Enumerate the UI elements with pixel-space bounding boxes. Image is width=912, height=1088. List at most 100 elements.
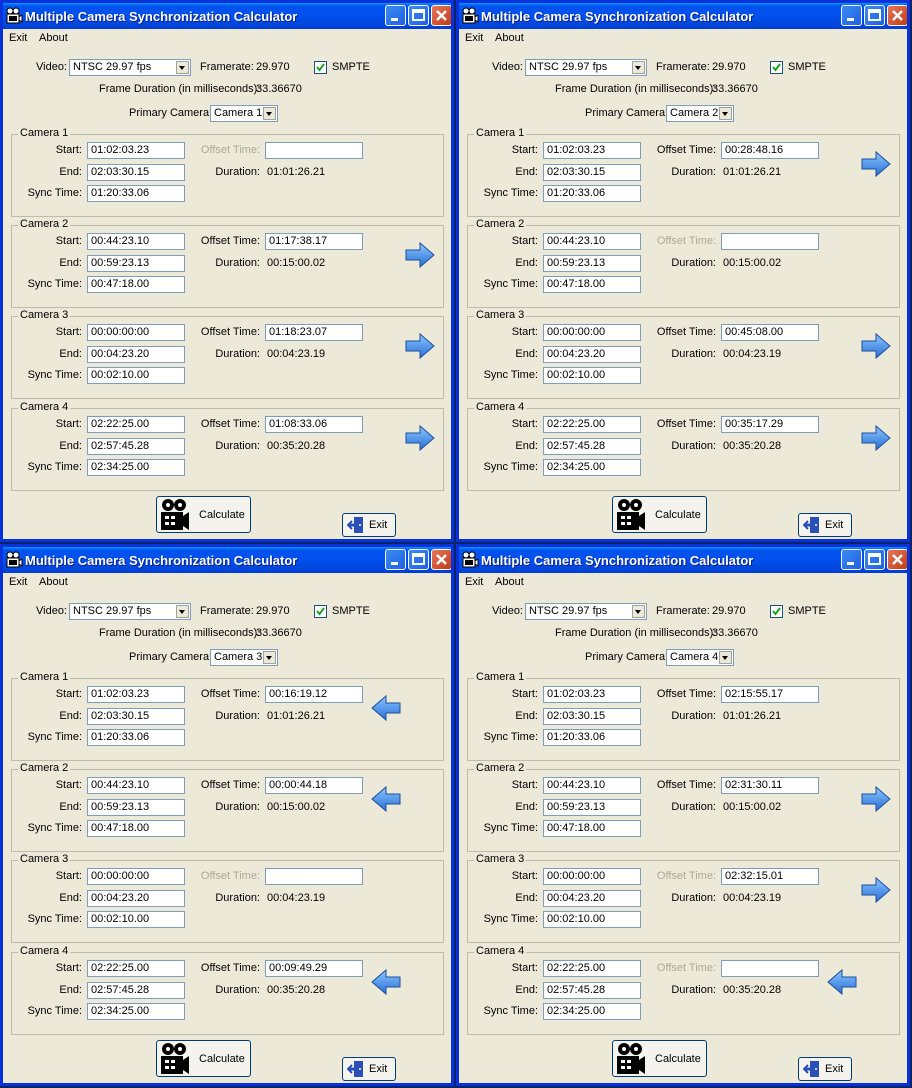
sync-time-field[interactable]: 00:47:18.00: [543, 820, 641, 837]
calculate-button[interactable]: Calculate: [612, 496, 707, 533]
maximize-button[interactable]: [408, 5, 429, 26]
end-field[interactable]: 00:04:23.20: [543, 346, 641, 363]
arrow-right-icon[interactable]: [860, 150, 892, 178]
title-bar[interactable]: Multiple Camera Synchronization Calculat…: [459, 3, 907, 29]
end-field[interactable]: 02:03:30.15: [87, 708, 185, 725]
exit-button[interactable]: Exit: [342, 513, 396, 537]
arrow-right-icon[interactable]: [860, 332, 892, 360]
start-field[interactable]: 00:00:00:00: [87, 324, 185, 341]
menu-exit[interactable]: Exit: [9, 576, 27, 588]
minimize-button[interactable]: [385, 5, 406, 26]
chevron-down-icon[interactable]: [176, 61, 189, 74]
start-field[interactable]: 00:00:00:00: [543, 868, 641, 885]
title-bar[interactable]: Multiple Camera Synchronization Calculat…: [459, 547, 907, 573]
primary-camera-select[interactable]: Camera 2: [666, 105, 734, 122]
start-field[interactable]: 01:02:03.23: [543, 142, 641, 159]
end-field[interactable]: 02:57:45.28: [543, 438, 641, 455]
calculate-button[interactable]: Calculate: [612, 1040, 707, 1077]
arrow-left-icon[interactable]: [370, 785, 402, 813]
start-field[interactable]: 02:22:25.00: [543, 960, 641, 977]
end-field[interactable]: 02:57:45.28: [87, 982, 185, 999]
arrow-right-icon[interactable]: [860, 785, 892, 813]
maximize-button[interactable]: [864, 549, 885, 570]
end-field[interactable]: 02:03:30.15: [543, 708, 641, 725]
end-field[interactable]: 02:03:30.15: [87, 164, 185, 181]
offset-time-field[interactable]: 02:15:55.17: [721, 686, 819, 703]
start-field[interactable]: 00:44:23.10: [87, 233, 185, 250]
end-field[interactable]: 02:57:45.28: [87, 438, 185, 455]
exit-button[interactable]: Exit: [798, 1057, 852, 1081]
calculate-button[interactable]: Calculate: [156, 1040, 251, 1077]
smpte-checkbox[interactable]: [770, 61, 783, 74]
offset-time-field[interactable]: 01:18:23.07: [265, 324, 363, 341]
offset-time-field[interactable]: 00:16:19.12: [265, 686, 363, 703]
end-field[interactable]: 02:03:30.15: [543, 164, 641, 181]
offset-time-field[interactable]: [265, 868, 363, 885]
close-button[interactable]: [887, 549, 907, 570]
arrow-right-icon[interactable]: [404, 332, 436, 360]
offset-time-field[interactable]: [265, 142, 363, 159]
menu-about[interactable]: About: [495, 32, 524, 44]
arrow-left-icon[interactable]: [370, 694, 402, 722]
arrow-right-icon[interactable]: [860, 876, 892, 904]
chevron-down-icon[interactable]: [719, 651, 732, 664]
smpte-checkbox[interactable]: [314, 605, 327, 618]
start-field[interactable]: 00:00:00:00: [87, 868, 185, 885]
menu-exit[interactable]: Exit: [465, 32, 483, 44]
end-field[interactable]: 02:57:45.28: [543, 982, 641, 999]
end-field[interactable]: 00:59:23.13: [87, 799, 185, 816]
start-field[interactable]: 02:22:25.00: [543, 416, 641, 433]
arrow-right-icon[interactable]: [860, 424, 892, 452]
sync-time-field[interactable]: 00:47:18.00: [543, 276, 641, 293]
menu-about[interactable]: About: [495, 576, 524, 588]
sync-time-field[interactable]: 00:02:10.00: [543, 367, 641, 384]
start-field[interactable]: 02:22:25.00: [87, 416, 185, 433]
close-button[interactable]: [887, 5, 907, 26]
start-field[interactable]: 01:02:03.23: [87, 142, 185, 159]
chevron-down-icon[interactable]: [632, 61, 645, 74]
calculate-button[interactable]: Calculate: [156, 496, 251, 533]
chevron-down-icon[interactable]: [263, 107, 276, 120]
arrow-right-icon[interactable]: [404, 241, 436, 269]
offset-time-field[interactable]: [721, 233, 819, 250]
sync-time-field[interactable]: 00:02:10.00: [87, 911, 185, 928]
chevron-down-icon[interactable]: [263, 651, 276, 664]
arrow-right-icon[interactable]: [404, 424, 436, 452]
start-field[interactable]: 00:44:23.10: [87, 777, 185, 794]
chevron-down-icon[interactable]: [632, 605, 645, 618]
smpte-checkbox[interactable]: [314, 61, 327, 74]
menu-exit[interactable]: Exit: [9, 32, 27, 44]
sync-time-field[interactable]: 01:20:33.06: [543, 729, 641, 746]
end-field[interactable]: 00:04:23.20: [87, 890, 185, 907]
start-field[interactable]: 01:02:03.23: [87, 686, 185, 703]
menu-about[interactable]: About: [39, 576, 68, 588]
sync-time-field[interactable]: 02:34:25.00: [543, 1003, 641, 1020]
sync-time-field[interactable]: 01:20:33.06: [87, 185, 185, 202]
video-select[interactable]: NTSC 29.97 fps: [69, 603, 191, 620]
arrow-left-icon[interactable]: [370, 968, 402, 996]
maximize-button[interactable]: [864, 5, 885, 26]
close-button[interactable]: [431, 549, 451, 570]
end-field[interactable]: 00:04:23.20: [543, 890, 641, 907]
offset-time-field[interactable]: 00:09:49.29: [265, 960, 363, 977]
minimize-button[interactable]: [841, 5, 862, 26]
end-field[interactable]: 00:04:23.20: [87, 346, 185, 363]
offset-time-field[interactable]: 00:45:08.00: [721, 324, 819, 341]
chevron-down-icon[interactable]: [176, 605, 189, 618]
offset-time-field[interactable]: 00:28:48.16: [721, 142, 819, 159]
sync-time-field[interactable]: 02:34:25.00: [87, 459, 185, 476]
offset-time-field[interactable]: 00:35:17.29: [721, 416, 819, 433]
start-field[interactable]: 02:22:25.00: [87, 960, 185, 977]
menu-about[interactable]: About: [39, 32, 68, 44]
video-select[interactable]: NTSC 29.97 fps: [525, 59, 647, 76]
exit-button[interactable]: Exit: [798, 513, 852, 537]
offset-time-field[interactable]: [721, 960, 819, 977]
start-field[interactable]: 00:00:00:00: [543, 324, 641, 341]
title-bar[interactable]: Multiple Camera Synchronization Calculat…: [3, 547, 451, 573]
sync-time-field[interactable]: 01:20:33.06: [87, 729, 185, 746]
end-field[interactable]: 00:59:23.13: [543, 799, 641, 816]
offset-time-field[interactable]: 01:08:33.06: [265, 416, 363, 433]
minimize-button[interactable]: [841, 549, 862, 570]
sync-time-field[interactable]: 00:47:18.00: [87, 276, 185, 293]
sync-time-field[interactable]: 01:20:33.06: [543, 185, 641, 202]
